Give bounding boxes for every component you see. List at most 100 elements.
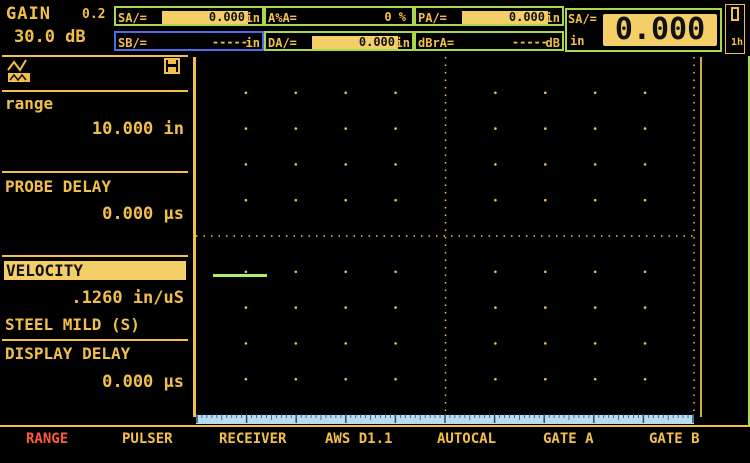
grid-dot (244, 91, 248, 95)
grid-dot (244, 270, 248, 274)
velocity-label[interactable]: VELOCITY (4, 261, 186, 280)
grid-dot (294, 270, 298, 274)
probe-delay-label: PROBE DELAY (5, 177, 111, 196)
grid-dot (394, 91, 397, 95)
grid-dot (294, 91, 298, 95)
waveform-icon (7, 59, 30, 82)
grid-dot (643, 306, 647, 309)
velocity-value[interactable]: .1260 in/uS (0, 288, 184, 308)
grid-dot (544, 127, 547, 130)
grid-dot (294, 377, 298, 381)
grid-dot (394, 306, 397, 309)
grid-dot (593, 377, 597, 381)
reading-da: DA/= 0.000 in (264, 31, 414, 51)
grid-dot (244, 163, 248, 166)
grid-dot (244, 306, 248, 309)
grid-dot (593, 306, 597, 309)
grid-dot (344, 163, 347, 166)
grid-dot (544, 91, 547, 95)
menu-pulser[interactable]: PULSER (122, 431, 173, 447)
grid-dot (394, 270, 397, 274)
grid-dot (344, 127, 347, 130)
grid-dot (344, 342, 347, 345)
material-label[interactable]: STEEL MILD (S) (5, 315, 140, 334)
panel-divider (2, 255, 188, 257)
panel-divider (2, 339, 188, 341)
grid-dot (294, 306, 298, 309)
grid-dot (643, 198, 647, 202)
menu-gate-a[interactable]: GATE A (543, 431, 594, 447)
grid-dot (494, 198, 497, 202)
grid-dot (494, 163, 497, 166)
grid-dot (394, 342, 397, 345)
reading-dbra: dBrA= ----- dB (414, 31, 564, 51)
big-reading-value: 0.000 (603, 14, 717, 46)
grid-dot (593, 342, 597, 345)
gain-label: GAIN (6, 4, 51, 24)
menu-top-line (0, 425, 750, 427)
display-delay-label: DISPLAY DELAY (5, 344, 131, 363)
grid-dot (593, 198, 597, 202)
grid-dot (544, 198, 547, 202)
reading-sb: SB/= ----- in (114, 31, 264, 51)
grid-dot (344, 91, 347, 95)
menu-receiver[interactable]: RECEIVER (219, 431, 286, 447)
grid-dot (643, 270, 647, 274)
grid-dot (244, 127, 248, 130)
grid-dot (244, 342, 248, 345)
grid-dot (494, 342, 497, 345)
grid-dot (643, 91, 647, 95)
gain-value[interactable]: 30.0 dB (14, 27, 86, 47)
grid-dot (643, 127, 647, 130)
menu-gate-b[interactable]: GATE B (649, 431, 700, 447)
grid-dot (294, 198, 298, 202)
menu-aws-d1-1[interactable]: AWS D1.1 (325, 431, 392, 447)
grid-dot (544, 342, 547, 345)
grid-dot (294, 127, 298, 130)
grid-dot (494, 306, 497, 309)
display-delay-value[interactable]: 0.000 µs (0, 372, 184, 392)
grid-dot (394, 198, 397, 202)
grid-dot (593, 163, 597, 166)
grid-dot (344, 270, 347, 274)
grid-dot (593, 91, 597, 95)
grid-dot (643, 342, 647, 345)
panel-top-line (2, 55, 188, 57)
grid-dot (544, 306, 547, 309)
battery-icon (731, 7, 739, 21)
range-label: range (5, 94, 54, 113)
grid-dot (394, 127, 397, 130)
grid-dot (544, 377, 547, 381)
grid-dot (344, 377, 347, 381)
grid-dot (494, 377, 497, 381)
gate-a-marker[interactable] (213, 274, 267, 277)
big-reading-unit: in (570, 34, 585, 48)
grid-dot (643, 163, 647, 166)
grid-dot (344, 198, 347, 202)
grid-dot (494, 270, 497, 274)
grid-dot (244, 198, 248, 202)
gain-step[interactable]: 0.2 (82, 7, 105, 22)
menu-range[interactable]: RANGE (26, 431, 68, 447)
grid-dot (494, 127, 497, 130)
scale-ticks (196, 414, 694, 423)
reading-ata: A%A= 0 % (264, 6, 414, 26)
save-icon[interactable] (164, 58, 180, 74)
grid-dot (544, 270, 547, 274)
grid-dot (344, 306, 347, 309)
reading-dbra-value: ----- (511, 35, 548, 49)
grid-dot (244, 377, 248, 381)
grid-dot (394, 163, 397, 166)
grid-dot (294, 342, 298, 345)
probe-delay-value[interactable]: 0.000 µs (0, 204, 184, 224)
scope-grid (196, 57, 695, 415)
big-reading-label: SA/= (568, 12, 597, 26)
grid-dot (544, 163, 547, 166)
reading-ata-value: 0 % (384, 10, 406, 24)
grid-dot (643, 377, 647, 381)
reading-sa: SA/= 0.000 in (114, 6, 264, 26)
reading-da-value: 0.000 (312, 36, 398, 49)
reading-pa-value: 0.000 (462, 11, 548, 24)
range-value[interactable]: 10.000 in (0, 119, 184, 139)
menu-autocal[interactable]: AUTOCAL (437, 431, 496, 447)
